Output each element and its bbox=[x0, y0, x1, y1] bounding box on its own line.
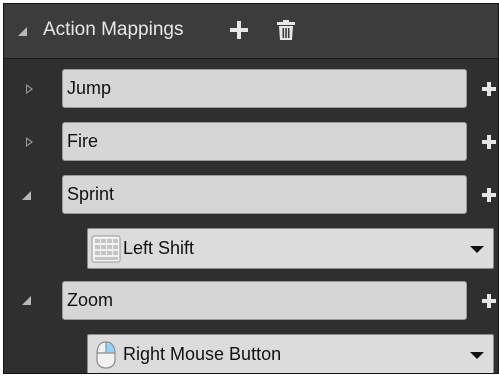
key-label: Left Shift bbox=[123, 238, 195, 258]
add-action-mapping-button[interactable] bbox=[230, 21, 248, 39]
add-key-button[interactable] bbox=[482, 188, 496, 202]
mapping-name-field[interactable]: Jump bbox=[62, 69, 467, 108]
mapping-name-field[interactable]: Zoom bbox=[62, 281, 467, 320]
collapse-arrow-icon[interactable] bbox=[22, 296, 31, 305]
key-label: Right Mouse Button bbox=[123, 344, 282, 364]
collapse-arrow-icon[interactable] bbox=[22, 191, 31, 200]
expand-arrow-icon[interactable] bbox=[26, 137, 33, 147]
mouse-icon bbox=[96, 341, 116, 369]
chevron-down-icon bbox=[470, 352, 484, 359]
collapse-arrow-icon[interactable] bbox=[18, 27, 27, 36]
add-key-button[interactable] bbox=[482, 135, 496, 149]
action-mappings-header: Action Mappings bbox=[4, 4, 498, 59]
expand-arrow-icon[interactable] bbox=[26, 84, 33, 94]
key-select-dropdown[interactable]: Right Mouse Button bbox=[87, 334, 494, 373]
add-key-button[interactable] bbox=[482, 294, 496, 308]
add-key-button[interactable] bbox=[482, 82, 496, 96]
action-mappings-panel: Action Mappings Jump Fire Sprint Left Sh… bbox=[3, 3, 499, 374]
section-title: Action Mappings bbox=[43, 19, 184, 40]
delete-all-mappings-button[interactable] bbox=[277, 20, 295, 40]
mapping-name-field[interactable]: Sprint bbox=[62, 175, 467, 214]
keyboard-icon bbox=[91, 235, 121, 263]
key-select-dropdown[interactable]: Left Shift bbox=[87, 228, 494, 269]
mapping-name-field[interactable]: Fire bbox=[62, 122, 467, 161]
chevron-down-icon bbox=[470, 246, 484, 253]
